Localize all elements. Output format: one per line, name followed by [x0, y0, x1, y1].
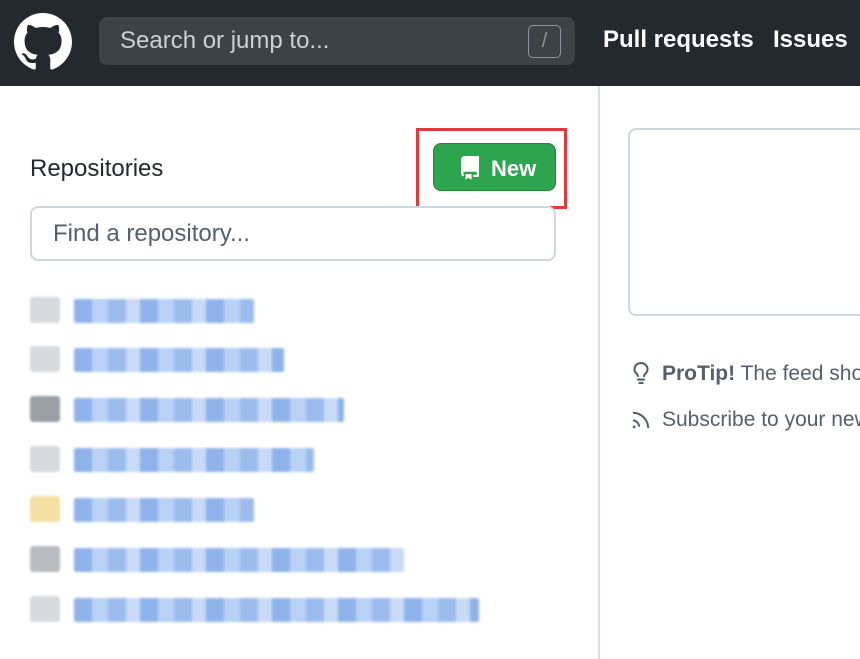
repo-owner-avatar — [30, 546, 60, 572]
subscribe-row: Subscribe to your news — [630, 408, 860, 436]
find-repository-input[interactable] — [30, 206, 556, 261]
repo-owner-avatar — [30, 346, 60, 372]
repo-owner-avatar — [30, 596, 60, 622]
panel-divider — [598, 86, 600, 659]
repo-owner-avatar — [30, 396, 60, 422]
nav-issues[interactable]: Issues — [773, 26, 848, 54]
repo-owner-avatar — [30, 496, 60, 522]
repository-link[interactable] — [74, 498, 254, 522]
new-button-label: New — [491, 156, 537, 181]
repository-link[interactable] — [74, 299, 254, 323]
repository-link[interactable] — [74, 598, 479, 622]
top-header: / Pull requests Issues — [0, 0, 860, 86]
repository-link[interactable] — [74, 448, 314, 472]
light-bulb-icon — [633, 362, 649, 384]
search-input[interactable] — [99, 17, 575, 65]
search-box[interactable]: / — [99, 17, 575, 65]
repository-link[interactable] — [74, 348, 284, 372]
protip-row: ProTip! The feed shows — [630, 362, 860, 390]
subscribe-link[interactable]: Subscribe to your news — [662, 408, 860, 432]
repository-link[interactable] — [74, 548, 404, 572]
protip-label: ProTip! — [662, 362, 736, 385]
repo-owner-avatar — [30, 297, 60, 323]
protip-text: The feed shows — [740, 362, 860, 385]
repository-link[interactable] — [74, 398, 344, 422]
feed-card — [628, 128, 860, 316]
repo-owner-avatar — [30, 446, 60, 472]
search-shortcut-key: / — [528, 25, 561, 58]
github-octocat-icon[interactable] — [14, 13, 72, 71]
repo-icon — [461, 156, 479, 180]
repositories-heading: Repositories — [30, 155, 164, 182]
nav-pull-requests[interactable]: Pull requests — [603, 26, 754, 54]
rss-icon — [632, 411, 650, 429]
new-repository-button[interactable]: New — [433, 143, 556, 191]
